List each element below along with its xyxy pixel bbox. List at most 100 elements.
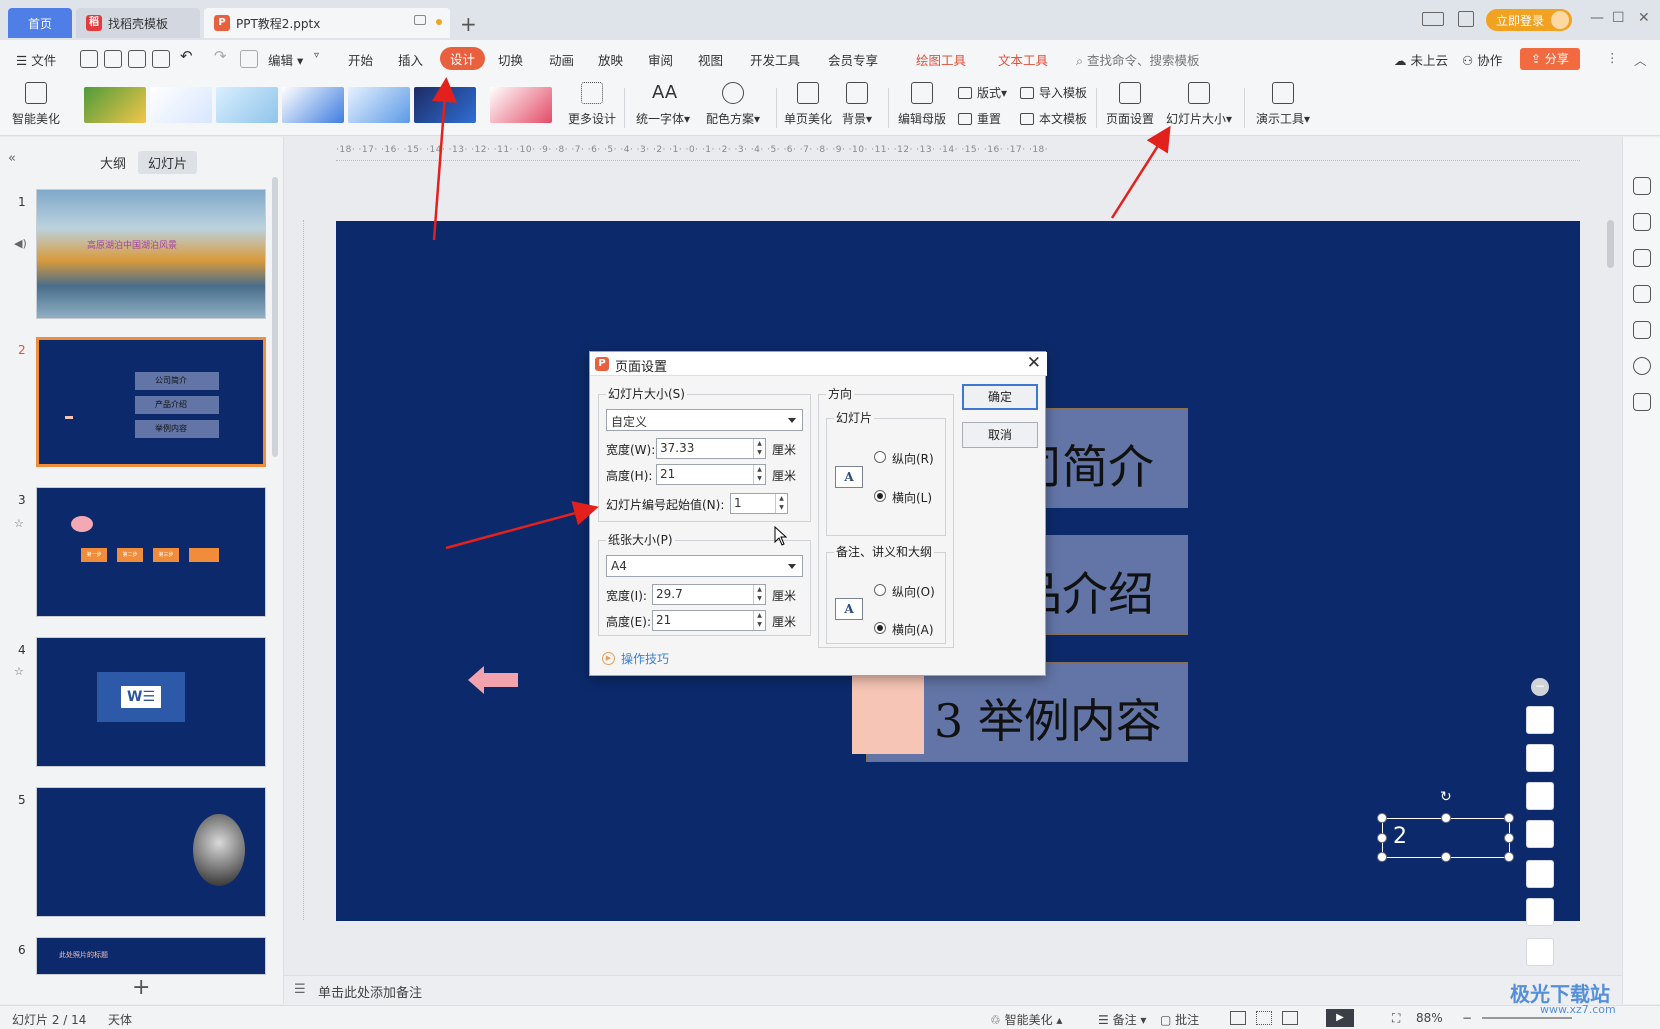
this-template-button[interactable]: 本文模板 (1020, 110, 1087, 127)
format-painter-icon[interactable] (240, 50, 258, 68)
zoom-slider[interactable] (1482, 1017, 1572, 1019)
cancel-button[interactable]: 取消 (962, 422, 1038, 448)
design-template-thumb[interactable] (150, 87, 212, 123)
transition-icon[interactable] (1633, 285, 1651, 303)
slide-thumbnail[interactable]: 此处照片的标题 (36, 937, 266, 975)
design-template-thumb[interactable] (282, 87, 344, 123)
vertical-scrollbar[interactable] (1604, 150, 1616, 920)
layers-icon[interactable] (1526, 706, 1554, 734)
monitor-icon[interactable] (414, 15, 426, 25)
paper-size-select[interactable]: A4 (606, 555, 803, 577)
layout-button[interactable]: 版式 ▾ (958, 84, 1007, 101)
resize-handle[interactable] (1441, 852, 1451, 862)
status-notes-button[interactable]: ☰ 备注 ▾ (1098, 1011, 1146, 1028)
undo-icon[interactable]: ↶ (180, 47, 193, 65)
slide-thumbnail-selected[interactable]: 公司简介 产品介绍 举例内容 (36, 337, 266, 467)
fill-bucket-icon[interactable] (1526, 782, 1554, 810)
more-options-icon[interactable]: ⋮ (1606, 50, 1619, 65)
height-spinner[interactable]: 21 ▲ ▼ (656, 464, 766, 485)
panel-scrollbar[interactable] (272, 177, 278, 457)
design-template-thumb[interactable] (414, 87, 476, 123)
lightbulb-icon[interactable] (1526, 860, 1554, 888)
preview-icon[interactable] (152, 50, 170, 68)
start-number-spinner[interactable]: 1 ▲ ▼ (730, 493, 788, 514)
resize-handle[interactable] (1377, 852, 1387, 862)
dialog-close-icon[interactable]: ✕ (1027, 353, 1041, 373)
spinner-arrows-icon[interactable]: ▲ ▼ (753, 439, 765, 458)
command-search[interactable]: ⌕ 查找命令、搜索模板 (1076, 50, 1200, 69)
minimize-icon[interactable]: — (1590, 10, 1604, 26)
export-icon[interactable] (104, 50, 122, 68)
design-template-thumb[interactable] (216, 87, 278, 123)
operation-tips-link[interactable]: ▶ 操作技巧 (602, 650, 669, 667)
more-design-button[interactable]: 更多设计 (568, 82, 616, 127)
single-page-beautify-button[interactable]: 单页美化 (784, 82, 832, 127)
share-button[interactable]: ⇪ 分享 (1520, 48, 1580, 70)
grid-apps-icon[interactable] (1458, 11, 1474, 27)
status-smart-beautify[interactable]: ♲ 智能美化 ▴ (990, 1011, 1062, 1028)
notes-placeholder[interactable]: 单击此处添加备注 (318, 982, 422, 1001)
slide-thumbnail[interactable] (36, 787, 266, 917)
notes-landscape-radio[interactable] (874, 622, 886, 634)
spinner-arrows-icon[interactable]: ▲ ▼ (753, 585, 765, 604)
design-template-thumb[interactable] (348, 87, 410, 123)
adjust-icon[interactable] (1633, 213, 1651, 231)
new-tab-icon[interactable]: + (460, 12, 477, 36)
resize-handle[interactable] (1504, 852, 1514, 862)
book-icon[interactable] (1633, 393, 1651, 411)
menu-review[interactable]: 审阅 (648, 50, 673, 69)
login-button[interactable]: 立即登录 (1486, 9, 1572, 31)
background-button[interactable]: 背景▾ (842, 82, 872, 127)
notes-bar[interactable]: ☰ 单击此处添加备注 (284, 975, 1622, 1005)
landscape-radio[interactable] (874, 490, 886, 502)
redo-icon[interactable]: ↷ (214, 47, 227, 65)
save-icon[interactable] (80, 50, 98, 68)
slide-thumbnail[interactable]: 第一步 第二步 第三步 (36, 487, 266, 617)
reset-button[interactable]: 重置 (958, 110, 1001, 127)
design-template-thumb[interactable] (490, 87, 552, 123)
slide-thumbnail[interactable]: 高原湖泊中国湖泊风景 (36, 189, 266, 319)
collapse-tools-icon[interactable]: − (1531, 678, 1549, 696)
color-scheme-button[interactable]: 配色方案▾ (706, 82, 760, 127)
add-slide-icon[interactable]: + (132, 975, 150, 1000)
rocket-icon[interactable] (1633, 177, 1651, 195)
scrollbar-thumb[interactable] (1607, 220, 1614, 268)
collapse-ribbon-icon[interactable]: ︿ (1634, 50, 1647, 69)
menu-start[interactable]: 开始 (348, 50, 373, 69)
paper-width-spinner[interactable]: 29.7 ▲ ▼ (652, 584, 766, 605)
menu-view[interactable]: 视图 (698, 50, 723, 69)
normal-view-icon[interactable] (1230, 1011, 1246, 1025)
menu-file[interactable]: ☰ 文件 (16, 50, 56, 69)
menu-insert[interactable]: 插入 (398, 50, 423, 69)
cloud-status[interactable]: ☁ 未上云 (1394, 50, 1448, 69)
design-template-thumb[interactable] (84, 87, 146, 123)
slide-size-select[interactable]: 自定义 (606, 409, 803, 431)
dialog-titlebar[interactable]: P 页面设置 ✕ (590, 352, 1047, 376)
spinner-arrows-icon[interactable]: ▲ ▼ (753, 465, 765, 484)
print-icon[interactable] (128, 50, 146, 68)
menu-edit[interactable]: 编辑 ▾ (268, 50, 303, 69)
presentation-tools-button[interactable]: 演示工具▾ (1256, 82, 1310, 127)
collapse-panel-icon[interactable]: « (8, 151, 16, 166)
rotate-handle-icon[interactable]: ↻ (1440, 789, 1452, 805)
tab-slides[interactable]: 幻灯片 (138, 151, 198, 174)
status-comment-button[interactable]: ▢ 批注 (1160, 1011, 1199, 1028)
slide-size-button[interactable]: 幻灯片大小▾ (1166, 82, 1232, 127)
width-spinner[interactable]: 37.33 ▲ ▼ (656, 438, 766, 459)
resize-handle[interactable] (1504, 813, 1514, 823)
resize-handle[interactable] (1504, 833, 1514, 843)
theme-name[interactable]: 天体 (108, 1011, 132, 1028)
star-effect-icon[interactable] (1633, 249, 1651, 267)
sorter-view-icon[interactable] (1256, 1011, 1272, 1025)
resize-handle[interactable] (1377, 833, 1387, 843)
brush-icon[interactable] (1526, 744, 1554, 772)
unify-font-button[interactable]: AA 统一字体▾ (636, 82, 690, 127)
spinner-arrows-icon[interactable]: ▲ ▼ (753, 611, 765, 630)
agenda-number-square[interactable] (852, 672, 924, 754)
ok-button[interactable]: 确定 (962, 384, 1038, 410)
resize-handle[interactable] (1441, 813, 1451, 823)
text-wrap-icon[interactable] (1526, 938, 1554, 966)
image-tools-icon[interactable] (1633, 321, 1651, 339)
page-setup-button[interactable]: 页面设置 (1106, 82, 1154, 127)
collab-button[interactable]: ⚇ 协作 (1462, 50, 1502, 69)
